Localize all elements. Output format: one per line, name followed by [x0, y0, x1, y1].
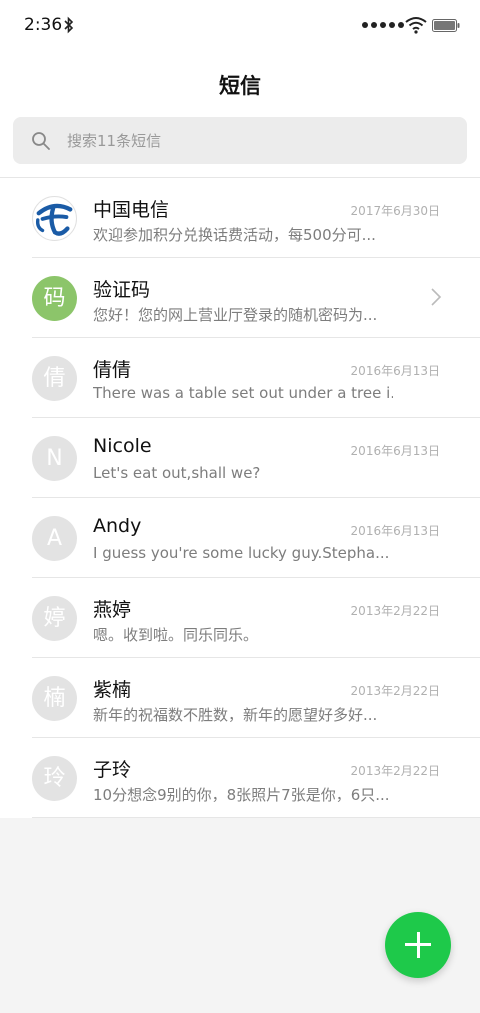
battery-icon	[432, 19, 460, 32]
contact-name: 子玲	[93, 759, 132, 781]
message-row[interactable]: 婷 燕婷 嗯。收到啦。同乐同乐。 2013年2月22日	[0, 578, 480, 658]
avatar: 玲	[32, 756, 77, 801]
page-title: 短信	[219, 74, 261, 98]
message-date: 2013年2月22日	[350, 684, 440, 698]
message-preview: Let's eat out,shall we?	[93, 464, 261, 482]
message-date: 2016年6月13日	[350, 524, 440, 538]
message-row[interactable]: N Nicole Let's eat out,shall we? 2016年6月…	[0, 418, 480, 498]
message-preview: I guess you're some lucky guy.Stepha...	[93, 544, 390, 562]
message-row[interactable]: A Andy I guess you're some lucky guy.Ste…	[0, 498, 480, 578]
contact-name: Nicole	[93, 435, 152, 457]
message-row[interactable]: 楠 紫楠 新年的祝福数不胜数，新年的愿望好多好... 2013年2月22日	[0, 658, 480, 738]
contact-name: 倩倩	[93, 359, 132, 381]
message-preview: 嗯。收到啦。同乐同乐。	[93, 626, 259, 644]
contact-name: 燕婷	[93, 599, 132, 621]
search-icon	[32, 132, 50, 150]
message-row[interactable]: 中国电信 欢迎参加积分兑换话费活动，每500分可... 2017年6月30日	[0, 178, 480, 258]
search-area: 搜索11条短信	[0, 116, 480, 177]
signal-icon	[362, 22, 404, 28]
message-date: 2013年2月22日	[350, 764, 440, 778]
message-preview: 10分想念9别的你，8张照片7张是你，6只...	[93, 786, 390, 804]
message-date: 2017年6月30日	[350, 204, 440, 218]
message-preview: 欢迎参加积分兑换话费活动，每500分可...	[93, 226, 376, 244]
message-preview: 您好！您的网上营业厅登录的随机密码为...	[93, 306, 378, 324]
avatar: 婷	[32, 596, 77, 641]
message-row[interactable]: 玲 子玲 10分想念9别的你，8张照片7张是你，6只... 2013年2月22日	[0, 738, 480, 818]
contact-name: 验证码	[93, 279, 151, 301]
avatar: A	[32, 516, 77, 561]
message-date: 2016年6月13日	[350, 364, 440, 378]
bluetooth-icon	[64, 16, 74, 34]
status-time: 2:36	[24, 15, 63, 35]
message-list: 中国电信 欢迎参加积分兑换话费活动，每500分可... 2017年6月30日 码…	[0, 177, 480, 818]
message-preview: 新年的祝福数不胜数，新年的愿望好多好...	[93, 706, 378, 724]
avatar: 楠	[32, 676, 77, 721]
avatar: 码	[32, 276, 77, 321]
message-date: 2016年6月13日	[350, 444, 440, 458]
contact-name: 紫楠	[93, 679, 132, 701]
message-row[interactable]: 码 验证码 您好！您的网上营业厅登录的随机密码为...	[0, 258, 480, 338]
wifi-icon	[405, 17, 427, 34]
message-row[interactable]: 倩 倩倩 There was a table set out under a t…	[0, 338, 480, 418]
header: 短信	[0, 52, 480, 116]
message-preview: There was a table set out under a tree i…	[93, 384, 393, 402]
avatar: N	[32, 436, 77, 481]
chevron-right-icon	[431, 288, 442, 306]
china-telecom-logo-icon	[35, 203, 73, 236]
contact-name: Andy	[93, 515, 142, 537]
avatar: 倩	[32, 356, 77, 401]
search-input[interactable]: 搜索11条短信	[67, 130, 161, 151]
avatar	[32, 196, 77, 241]
search-box[interactable]: 搜索11条短信	[13, 117, 467, 164]
message-date: 2013年2月22日	[350, 604, 440, 618]
contact-name: 中国电信	[93, 199, 170, 221]
new-message-button[interactable]	[385, 912, 451, 978]
status-bar: 2:36	[0, 0, 480, 52]
